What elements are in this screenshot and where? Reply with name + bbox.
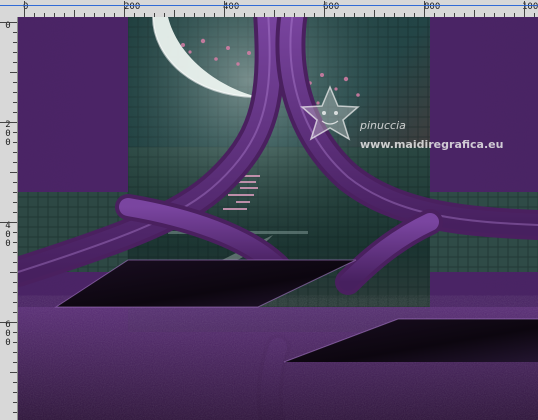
ruler-tick (74, 10, 75, 17)
ruler-tick (0, 322, 17, 323)
ruler-tick (0, 222, 17, 223)
horizontal-ruler[interactable]: 0 200 400 600 800 100 (0, 0, 538, 18)
ruler-label-800: 800 (424, 2, 441, 12)
ruler-tick (13, 32, 17, 33)
ruler-tick (424, 1, 425, 17)
watermark-site: www.maidiregrafica.eu (360, 138, 503, 151)
ruler-tick (124, 1, 125, 17)
ruler-tick (13, 332, 17, 333)
ruler-tick (0, 122, 17, 123)
ruler-tick (13, 42, 17, 43)
ruler-tick (374, 10, 375, 17)
ruler-left-label-600: 6 0 0 (5, 320, 11, 348)
ruler-tick (13, 112, 17, 113)
ruler-tick (13, 132, 17, 133)
ruler-tick (474, 10, 475, 17)
ruler-tick (224, 1, 225, 17)
ruler-label-200: 200 (124, 2, 141, 12)
ruler-tick (13, 262, 17, 263)
ruler-tick (13, 382, 17, 383)
ruler-tick (13, 82, 17, 83)
canvas-image[interactable]: pinuccia www.maidiregrafica.eu (18, 17, 538, 420)
ruler-tick (10, 72, 17, 73)
ruler-tick (13, 202, 17, 203)
ruler-tick (174, 10, 175, 17)
ruler-tick (10, 272, 17, 273)
ruler-tick (13, 242, 17, 243)
ruler-tick (13, 292, 17, 293)
ruler-tick (10, 372, 17, 373)
ruler-tick (324, 1, 325, 17)
vertical-ruler[interactable]: 0 2 0 0 4 0 0 6 0 0 (0, 17, 18, 420)
ruler-left-label-200: 2 0 0 (5, 120, 11, 148)
ruler-tick (13, 392, 17, 393)
ruler-tick (524, 1, 525, 17)
ruler-tick (13, 362, 17, 363)
ruler-tick (13, 92, 17, 93)
ruler-tick (13, 352, 17, 353)
ruler-tick (13, 342, 17, 343)
ruler-label-600: 600 (323, 2, 340, 12)
ruler-label-400: 400 (223, 2, 240, 12)
ruler-tick (13, 412, 17, 413)
ruler-tick (13, 302, 17, 303)
ruler-tick (13, 192, 17, 193)
ruler-tick (13, 102, 17, 103)
ruler-tick (13, 182, 17, 183)
right-panel (430, 17, 538, 332)
ruler-tick (24, 1, 25, 17)
ruler-tick (13, 52, 17, 53)
ruler-tick (13, 162, 17, 163)
ruler-tick (0, 22, 17, 23)
ruler-tick (13, 282, 17, 283)
selection-guide-line (0, 5, 538, 6)
ruler-tick (13, 312, 17, 313)
ruler-tick (13, 62, 17, 63)
ruler-left-label-400: 4 0 0 (5, 221, 11, 249)
ruler-tick (10, 172, 17, 173)
watermark-signature: pinuccia (359, 119, 406, 132)
ruler-tick (274, 10, 275, 17)
artwork: pinuccia www.maidiregrafica.eu (18, 17, 538, 420)
ruler-tick (13, 142, 17, 143)
ruler-tick (13, 232, 17, 233)
ruler-tick (13, 402, 17, 403)
image-editor-window: 0 200 400 600 800 100 0 2 0 0 4 0 0 6 0 … (0, 0, 538, 420)
ruler-left-label-0: 0 (5, 21, 11, 31)
ruler-tick (13, 152, 17, 153)
ruler-tick (13, 212, 17, 213)
ruler-tick (13, 252, 17, 253)
